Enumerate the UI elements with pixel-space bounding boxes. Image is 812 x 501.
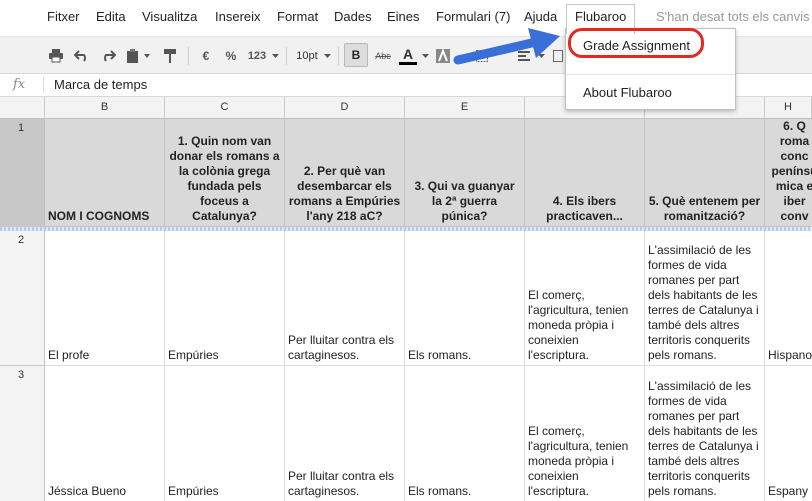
menu-ajuda[interactable]: Ajuda <box>524 9 557 24</box>
text-color-label: A <box>402 46 414 62</box>
save-status: S'han desat tots els canvis <box>656 9 810 24</box>
row-header[interactable]: 1 <box>0 119 45 227</box>
bold-button[interactable]: B <box>344 43 368 67</box>
table-header-cell[interactable]: 4. Els ibers practicaven... <box>525 119 645 227</box>
menu-visualitza[interactable]: Visualitza <box>142 9 197 24</box>
table-header-cell[interactable]: 3. Qui va guanyar la 2ª guerra púnica? <box>405 119 525 227</box>
column-header-b[interactable]: B <box>45 97 165 118</box>
highlight-ring <box>568 28 704 58</box>
table-header-cell[interactable]: 6. Q roma conc penínsu mica e iber conv <box>765 119 812 227</box>
undo-icon[interactable] <box>72 45 92 67</box>
print-icon[interactable] <box>46 45 66 67</box>
row-header[interactable]: 3 <box>0 366 45 501</box>
table-header-cell[interactable]: NOM I COGNOMS <box>45 119 165 227</box>
table-cell[interactable]: Els romans. <box>405 366 525 501</box>
table-cell[interactable]: L'assimilació de les formes de vida roma… <box>645 231 765 366</box>
column-header-e[interactable]: E <box>405 97 525 118</box>
fx-icon: fx <box>13 77 26 92</box>
paste-icon[interactable] <box>124 45 154 67</box>
column-header-d[interactable]: D <box>285 97 405 118</box>
menu-insereix[interactable]: Insereix <box>215 9 261 24</box>
table-cell[interactable]: Espany <box>765 366 812 501</box>
menu-format[interactable]: Format <box>277 9 318 24</box>
menu-eines[interactable]: Eines <box>387 9 420 24</box>
menu-edita[interactable]: Edita <box>96 9 126 24</box>
table-cell[interactable]: Jéssica Bueno <box>45 366 165 501</box>
table-cell[interactable]: L'assimilació de les formes de vida roma… <box>645 366 765 501</box>
chevron-down-icon[interactable] <box>420 45 430 67</box>
select-all-corner[interactable] <box>0 97 45 118</box>
menu-dades[interactable]: Dades <box>334 9 372 24</box>
sheet-grid: 1 NOM I COGNOMS 1. Quin nom van donar el… <box>0 119 812 501</box>
table-cell[interactable]: El comerç, l'agricultura, tenien moneda … <box>525 366 645 501</box>
table-cell[interactable]: Per lluitar contra els cartaginesos. <box>285 366 405 501</box>
chevron-down-icon[interactable] <box>270 45 280 67</box>
chevron-down-icon[interactable] <box>322 45 332 67</box>
column-header-c[interactable]: C <box>165 97 285 118</box>
percent-button[interactable]: % <box>222 45 240 67</box>
table-cell[interactable]: El profe <box>45 231 165 366</box>
table-header-cell[interactable]: 2. Per què van desembarcar els romans a … <box>285 119 405 227</box>
number-format-button[interactable]: 123 <box>246 45 268 67</box>
menu-formulari[interactable]: Formulari (7) <box>436 9 510 24</box>
table-cell[interactable]: Hispano <box>765 231 812 366</box>
table-cell[interactable]: Empúries <box>165 231 285 366</box>
menu-divider <box>566 74 735 75</box>
table-cell[interactable]: Empúries <box>165 366 285 501</box>
table-header-cell[interactable]: 1. Quin nom van donar els romans a la co… <box>165 119 285 227</box>
formula-input[interactable]: Marca de temps <box>54 77 147 92</box>
font-size-select[interactable]: 10pt <box>294 45 320 67</box>
paint-format-icon[interactable] <box>160 45 180 67</box>
row-header[interactable]: 2 <box>0 231 45 366</box>
table-header-cell[interactable]: 5. Què entenem per romanització? <box>645 119 765 227</box>
column-header-h[interactable]: H <box>765 97 812 118</box>
menu-item-about-flubaroo[interactable]: About Flubaroo <box>583 85 672 100</box>
table-cell[interactable]: Els romans. <box>405 231 525 366</box>
menu-fitxer[interactable]: Fitxer <box>47 9 80 24</box>
table-cell[interactable]: El comerç, l'agricultura, tenien moneda … <box>525 231 645 366</box>
annotation-arrow-icon <box>453 28 560 65</box>
currency-button[interactable]: € <box>198 45 214 67</box>
strikethrough-button[interactable]: Abc <box>372 45 394 67</box>
text-color-button[interactable]: A <box>398 45 418 67</box>
table-cell[interactable]: Per lluitar contra els cartaginesos. <box>285 231 405 366</box>
redo-icon[interactable] <box>98 45 118 67</box>
